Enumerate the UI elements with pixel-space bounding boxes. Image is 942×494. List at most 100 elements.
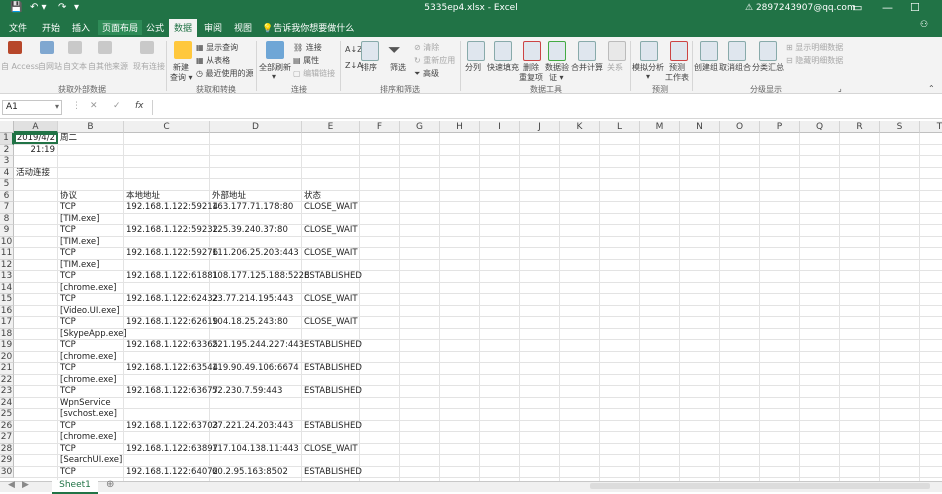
cell-B16[interactable]: [Video.UI.exe] xyxy=(60,306,120,317)
column-header-B[interactable]: B xyxy=(58,121,124,133)
tab-page-layout[interactable]: 页面布局 xyxy=(98,20,143,35)
row-header-1[interactable]: 1 xyxy=(0,133,14,145)
column-header-H[interactable]: H xyxy=(440,121,480,133)
row-header-3[interactable]: 3 xyxy=(0,156,14,168)
cell-B12[interactable]: [TIM.exe] xyxy=(60,260,99,271)
cell-B10[interactable]: [TIM.exe] xyxy=(60,237,99,248)
cell-D7[interactable]: 163.177.71.178:80 xyxy=(212,202,293,213)
cell-B24[interactable]: WpnService xyxy=(60,398,111,409)
sheet-tab-sheet1[interactable]: Sheet1 xyxy=(52,480,98,494)
row-header-19[interactable]: 19 xyxy=(0,340,14,352)
column-header-C[interactable]: C xyxy=(124,121,210,133)
row-header-10[interactable]: 10 xyxy=(0,236,14,248)
row-header-27[interactable]: 27 xyxy=(0,432,14,444)
collapse-ribbon-icon[interactable]: ⌃ xyxy=(928,84,935,93)
cell-B8[interactable]: [TIM.exe] xyxy=(60,214,99,225)
cell-D17[interactable]: 104.18.25.243:80 xyxy=(212,317,288,328)
cell-C15[interactable]: 192.168.1.122:62432 xyxy=(126,294,218,305)
maximize-icon[interactable]: ☐ xyxy=(910,1,920,14)
column-header-I[interactable]: I xyxy=(480,121,520,133)
row-header-30[interactable]: 30 xyxy=(0,466,14,478)
column-header-E[interactable]: E xyxy=(302,121,360,133)
row-header-21[interactable]: 21 xyxy=(0,363,14,375)
tab-file[interactable]: 文件 xyxy=(9,21,27,34)
row-header-24[interactable]: 24 xyxy=(0,397,14,409)
column-header-D[interactable]: D xyxy=(210,121,302,133)
cell-D6[interactable]: 外部地址 xyxy=(212,191,246,202)
from-text-button[interactable]: 自文本 xyxy=(63,61,87,72)
consolidate-button[interactable]: 合并计算 xyxy=(571,62,603,73)
cell-B17[interactable]: TCP xyxy=(60,317,76,328)
sort-button[interactable]: 排序 xyxy=(361,62,377,73)
cell-E11[interactable]: CLOSE_WAIT xyxy=(304,248,358,259)
share-icon[interactable]: ⚇ xyxy=(920,20,928,30)
cell-A2[interactable]: 21:19 xyxy=(14,145,56,156)
row-header-5[interactable]: 5 xyxy=(0,179,14,191)
column-header-O[interactable]: O xyxy=(720,121,760,133)
tab-data[interactable]: 数据 xyxy=(169,19,198,37)
cell-C30[interactable]: 192.168.1.122:64072 xyxy=(126,467,218,478)
column-header-S[interactable]: S xyxy=(880,121,920,133)
formula-input[interactable] xyxy=(152,100,941,115)
name-box[interactable]: A1 xyxy=(2,100,62,115)
cell-D13[interactable]: 108.177.125.188:5228 xyxy=(212,271,310,282)
row-header-13[interactable]: 13 xyxy=(0,271,14,283)
column-header-N[interactable]: N xyxy=(680,121,720,133)
cell-E6[interactable]: 状态 xyxy=(304,191,321,202)
enter-icon[interactable]: ✓ xyxy=(113,101,121,111)
cell-D11[interactable]: 111.206.25.203:443 xyxy=(212,248,299,259)
cell-B9[interactable]: TCP xyxy=(60,225,76,236)
cell-B7[interactable]: TCP xyxy=(60,202,76,213)
column-header-M[interactable]: M xyxy=(640,121,680,133)
row-header-9[interactable]: 9 xyxy=(0,225,14,237)
column-header-P[interactable]: P xyxy=(760,121,800,133)
row-header-14[interactable]: 14 xyxy=(0,282,14,294)
row-header-7[interactable]: 7 xyxy=(0,202,14,214)
tab-home[interactable]: 开始 xyxy=(42,21,60,34)
cell-D9[interactable]: 125.39.240.37:80 xyxy=(212,225,288,236)
cell-C19[interactable]: 192.168.1.122:63365 xyxy=(126,340,218,351)
cell-D30[interactable]: 60.2.95.163:8502 xyxy=(212,467,288,478)
cell-E28[interactable]: CLOSE_WAIT xyxy=(304,444,358,455)
tab-review[interactable]: 审阅 xyxy=(204,21,222,34)
cell-E19[interactable]: ESTABLISHED xyxy=(304,340,362,351)
relationships-button[interactable]: 关系 xyxy=(607,62,623,73)
what-if-dropdown[interactable]: ▾ xyxy=(646,72,650,81)
cell-E17[interactable]: CLOSE_WAIT xyxy=(304,317,358,328)
select-all-corner[interactable] xyxy=(0,121,14,133)
minimize-icon[interactable]: — xyxy=(882,1,893,14)
cell-B22[interactable]: [chrome.exe] xyxy=(60,375,117,386)
row-header-8[interactable]: 8 xyxy=(0,213,14,225)
cell-C26[interactable]: 192.168.1.122:63703 xyxy=(126,421,218,432)
show-queries-button[interactable]: ▦ 显示查询 xyxy=(196,42,238,53)
show-detail-button[interactable]: ⊞ 显示明细数据 xyxy=(786,42,843,53)
cell-D19[interactable]: 221.195.244.227:443 xyxy=(212,340,304,351)
subtotal-button[interactable]: 分类汇总 xyxy=(752,62,784,73)
from-access-button[interactable]: 自 Access xyxy=(1,61,39,72)
row-header-2[interactable]: 2 xyxy=(0,144,14,156)
reapply-button[interactable]: ↻ 重新应用 xyxy=(414,55,455,66)
filter-button[interactable]: 筛选 xyxy=(390,62,406,73)
tab-formulas[interactable]: 公式 xyxy=(146,21,164,34)
cell-B20[interactable]: [chrome.exe] xyxy=(60,352,117,363)
horizontal-scrollbar[interactable] xyxy=(590,483,930,489)
row-header-6[interactable]: 6 xyxy=(0,190,14,202)
row-header-25[interactable]: 25 xyxy=(0,409,14,421)
cell-C13[interactable]: 192.168.1.122:61881 xyxy=(126,271,218,282)
cell-B14[interactable]: [chrome.exe] xyxy=(60,283,117,294)
properties-button[interactable]: ▤ 属性 xyxy=(293,55,319,66)
clear-filter-button[interactable]: ⊘ 清除 xyxy=(414,42,439,53)
dialog-launcher-icon[interactable]: ⌟ xyxy=(838,84,842,93)
row-header-26[interactable]: 26 xyxy=(0,420,14,432)
row-header-22[interactable]: 22 xyxy=(0,374,14,386)
column-header-J[interactable]: J xyxy=(520,121,560,133)
tell-me-box[interactable]: 💡告诉我你想要做什么 xyxy=(262,21,354,34)
column-header-A[interactable]: A xyxy=(14,121,58,133)
cell-B25[interactable]: [svchost.exe] xyxy=(60,409,117,420)
spreadsheet-grid[interactable]: ABCDEFGHIJKLMNOPQRST 1 2 3 4 5 6 7 8 9 10 11 12 13 14… xyxy=(0,121,942,481)
cell-E30[interactable]: ESTABLISHED xyxy=(304,467,362,478)
cell-C9[interactable]: 192.168.1.122:59232 xyxy=(126,225,218,236)
sort-za-icon[interactable]: Z↓A xyxy=(345,61,363,70)
from-other-sources-button[interactable]: 自其他来源 xyxy=(88,61,128,72)
cell-B30[interactable]: TCP xyxy=(60,467,76,478)
